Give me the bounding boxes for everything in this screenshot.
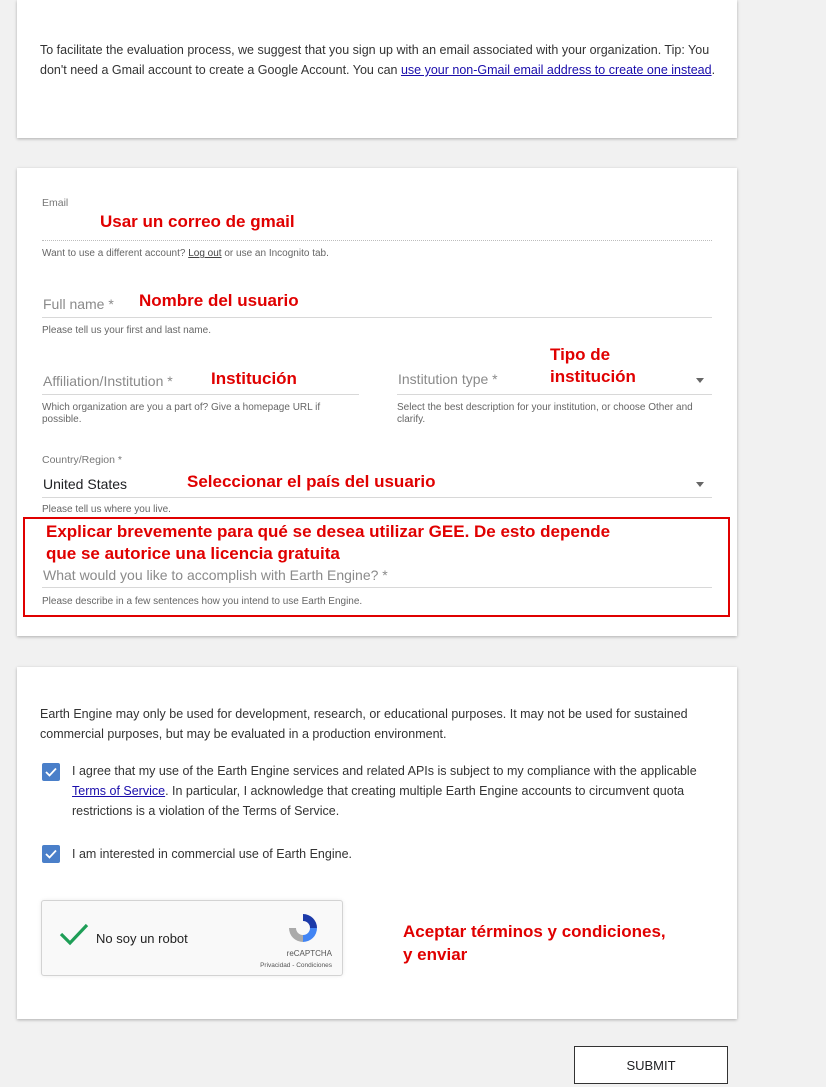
accomplish-input[interactable]: What would you like to accomplish with E… — [43, 567, 388, 583]
agree-text: I agree that my use of the Earth Engine … — [72, 764, 697, 818]
intro-text: To facilitate the evaluation process, we… — [40, 43, 716, 77]
institution-type-underline — [397, 394, 712, 395]
recaptcha-widget[interactable]: No soy un robot reCAPTCHA Privacidad - C… — [41, 900, 343, 976]
country-select[interactable]: United States — [43, 476, 127, 492]
commercial-text: I am interested in commercial use of Ear… — [72, 847, 352, 861]
commercial-checkbox[interactable] — [42, 845, 60, 863]
country-help: Please tell us where you live. — [42, 504, 171, 515]
affiliation-underline — [42, 394, 359, 395]
check-icon — [59, 923, 89, 946]
fullname-help: Please tell us your first and last name. — [42, 325, 211, 336]
institution-type-help: Select the best description for your ins… — [397, 402, 693, 425]
annotation-email: Usar un correo de gmail — [100, 212, 295, 231]
email-label: Email — [42, 197, 69, 209]
fullname-underline — [42, 317, 712, 318]
recaptcha-brand: reCAPTCHA — [286, 949, 332, 958]
non-gmail-link[interactable]: use your non-Gmail email address to crea… — [401, 63, 712, 77]
annotation-institution-type: Tipo de institución — [550, 345, 636, 386]
usage-notice: Earth Engine may only be used for develo… — [40, 707, 688, 741]
affiliation-input[interactable]: Affiliation/Institution * — [43, 373, 173, 389]
annotation-country: Seleccionar el país del usuario — [187, 472, 436, 491]
intro-card: To facilitate the evaluation process, we… — [17, 0, 737, 138]
country-underline — [42, 497, 712, 498]
email-help: Want to use a different account? Log out… — [42, 248, 329, 259]
logout-link[interactable]: Log out — [188, 248, 221, 259]
recaptcha-privacy-link[interactable]: Privacidad — [260, 962, 290, 969]
recaptcha-links: Privacidad - Condiciones — [260, 962, 332, 969]
submit-button[interactable]: SUBMIT — [574, 1046, 728, 1084]
recaptcha-logo-icon — [289, 914, 317, 942]
email-field-underline — [42, 240, 712, 241]
affiliation-help: Which organization are you a part of? Gi… — [42, 402, 321, 425]
accomplish-help: Please describe in a few sentences how y… — [42, 596, 363, 607]
checkmark-icon — [45, 767, 57, 777]
annotation-institution: Institución — [211, 369, 297, 388]
annotation-accomplish: Explicar brevemente para qué se desea ut… — [46, 522, 611, 563]
accomplish-underline — [42, 587, 712, 588]
recaptcha-label: No soy un robot — [96, 931, 188, 946]
country-label: Country/Region * — [42, 454, 122, 466]
annotation-fullname: Nombre del usuario — [139, 291, 299, 310]
chevron-down-icon[interactable] — [696, 378, 704, 383]
agree-checkbox[interactable] — [42, 763, 60, 781]
institution-type-select[interactable]: Institution type * — [398, 371, 498, 387]
annotation-terms: Aceptar términos y condiciones, y enviar — [403, 922, 666, 964]
terms-of-service-link[interactable]: Terms of Service — [72, 784, 165, 798]
recaptcha-conditions-link[interactable]: Condiciones — [296, 962, 332, 969]
checkmark-icon — [45, 849, 57, 859]
chevron-down-icon[interactable] — [696, 482, 704, 487]
fullname-input[interactable]: Full name * — [43, 296, 114, 312]
